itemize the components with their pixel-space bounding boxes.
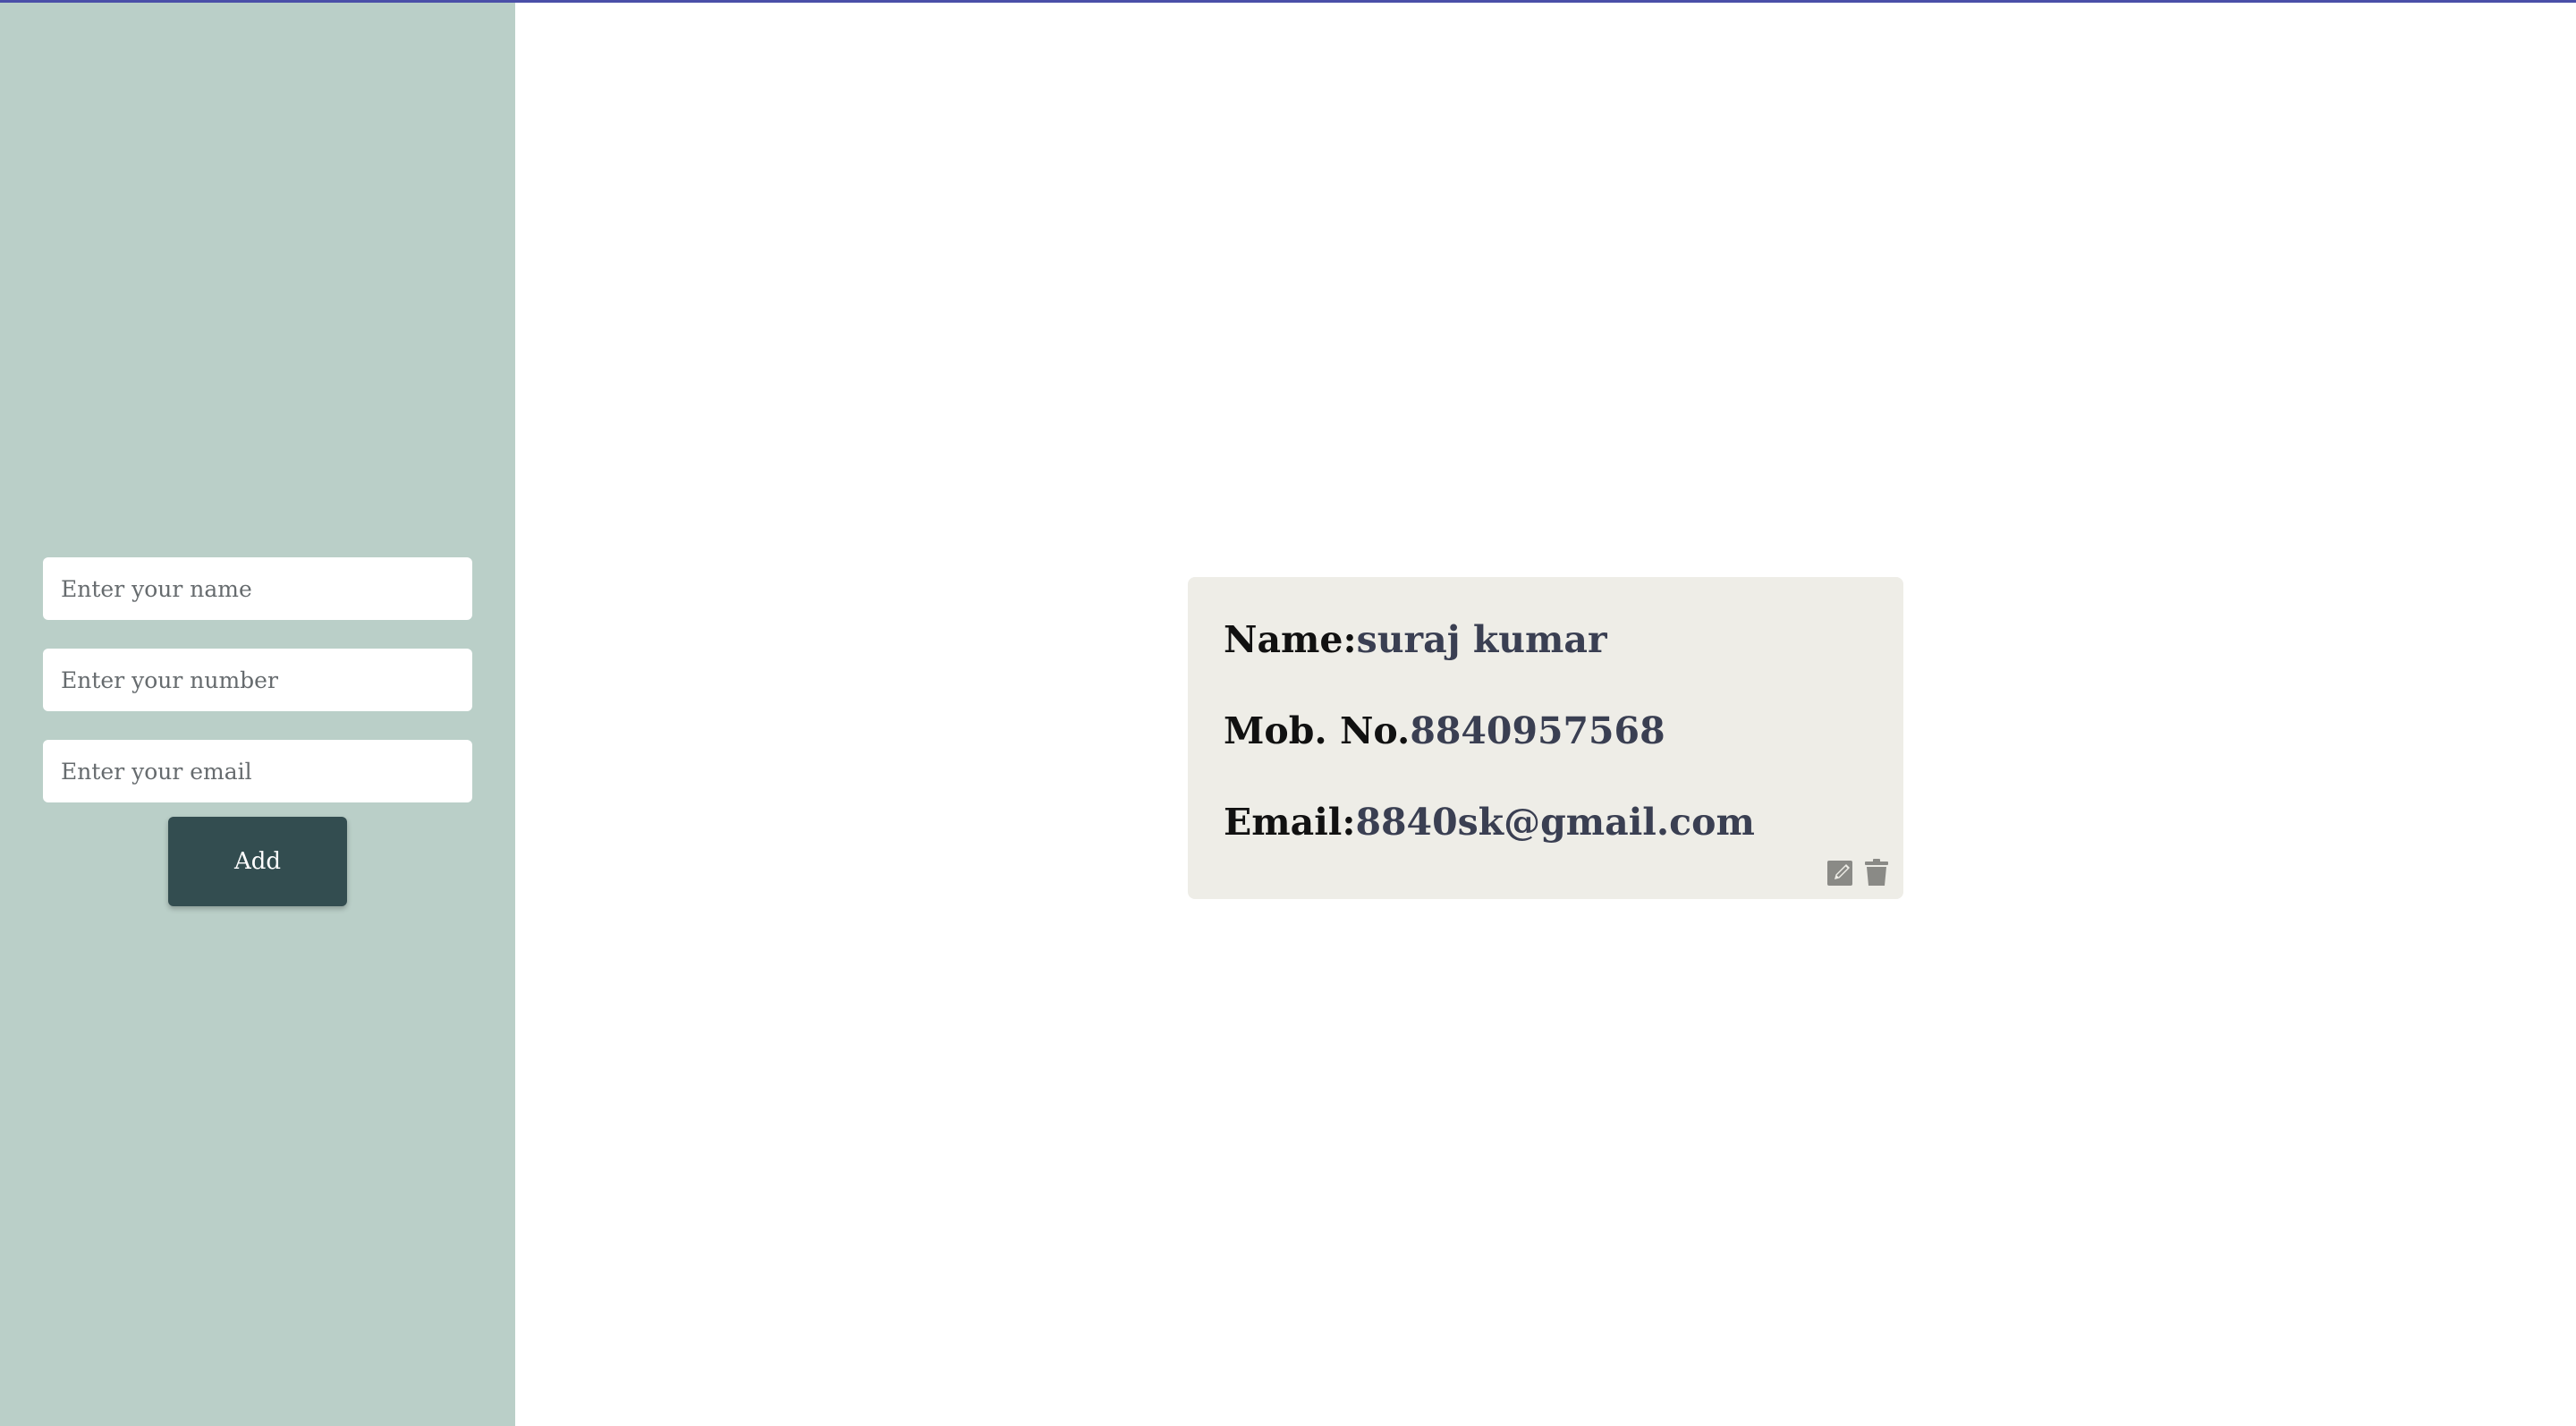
contact-mobile-row: Mob. No.8840957568 (1224, 709, 1868, 752)
name-label: Name: (1224, 618, 1357, 661)
top-accent-line (0, 0, 2576, 3)
email-input[interactable] (43, 740, 472, 802)
number-input[interactable] (43, 649, 472, 711)
name-input[interactable] (43, 557, 472, 620)
mobile-value: 8840957568 (1410, 709, 1665, 752)
name-value: suraj kumar (1356, 618, 1607, 661)
contact-form: Add (43, 557, 472, 906)
add-button[interactable]: Add (168, 817, 347, 906)
sidebar: Add (0, 0, 515, 1426)
email-label: Email: (1224, 801, 1356, 844)
contact-email-row: Email:8840sk@gmail.com (1224, 801, 1868, 844)
contact-card: Name:suraj kumar Mob. No.8840957568 Emai… (1188, 577, 1903, 899)
edit-icon[interactable] (1826, 858, 1855, 887)
contact-name-row: Name:suraj kumar (1224, 618, 1868, 661)
email-value: 8840sk@gmail.com (1355, 801, 1755, 844)
card-actions (1826, 858, 1891, 887)
delete-icon[interactable] (1862, 858, 1891, 887)
mobile-label: Mob. No. (1224, 709, 1411, 752)
